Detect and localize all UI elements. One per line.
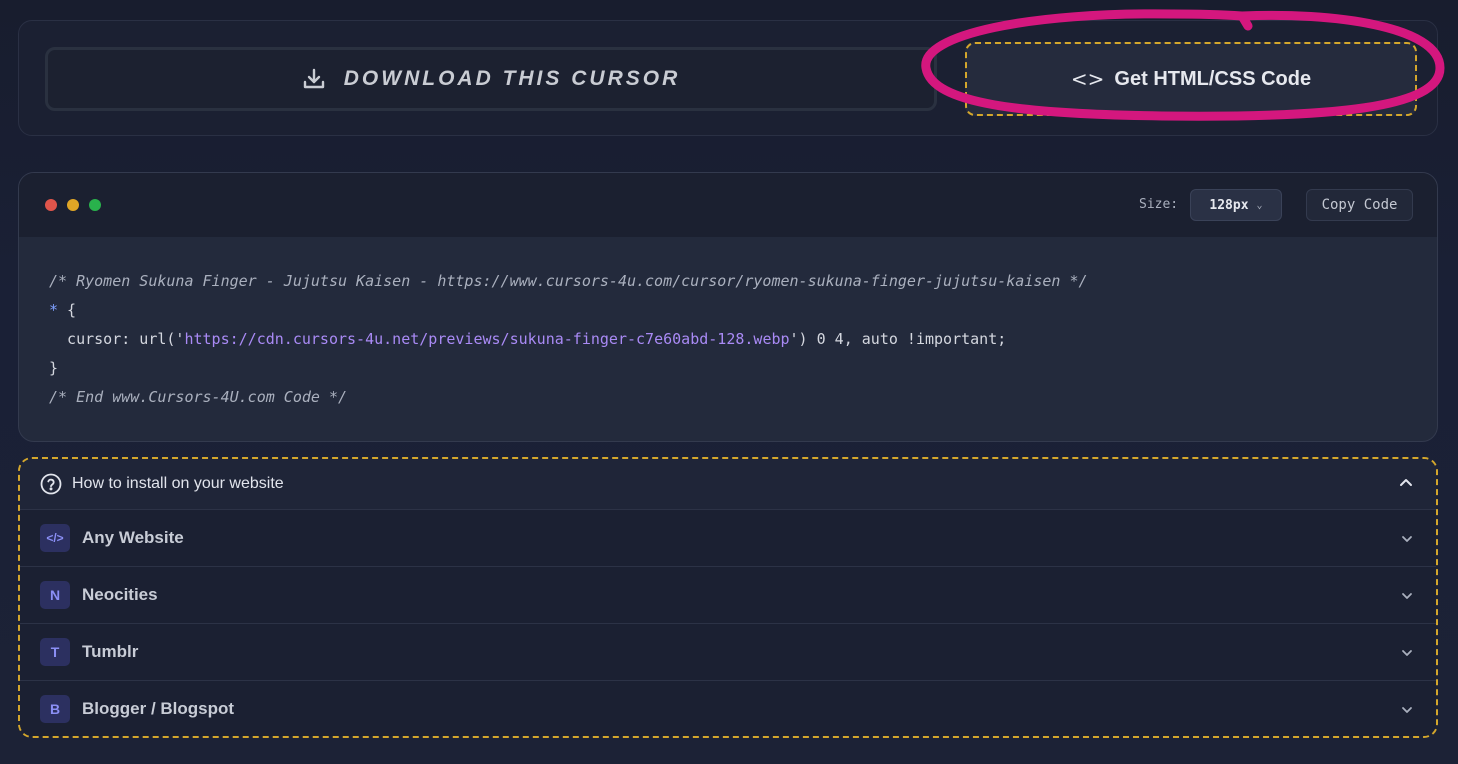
window-minimize-dot bbox=[67, 199, 79, 211]
chevron-down-icon bbox=[1402, 650, 1412, 656]
chevron-down-icon bbox=[1402, 707, 1412, 713]
window-close-dot bbox=[45, 199, 57, 211]
chevron-down-icon bbox=[1402, 593, 1412, 599]
neocities-badge-icon: N bbox=[40, 581, 70, 609]
size-select-value: 128px bbox=[1209, 197, 1249, 213]
question-circle-icon bbox=[40, 473, 62, 495]
install-item-neocities[interactable]: N Neocities bbox=[20, 566, 1436, 623]
size-label: Size: bbox=[1139, 197, 1179, 212]
install-item-blogger[interactable]: B Blogger / Blogspot bbox=[20, 680, 1436, 736]
install-item-label: Tumblr bbox=[82, 642, 139, 661]
install-item-label: Blogger / Blogspot bbox=[82, 699, 235, 718]
install-item-label: Neocities bbox=[82, 585, 158, 604]
install-guide-title: How to install on your website bbox=[72, 475, 284, 492]
code-cursor-url: https://cdn.cursors-4u.net/previews/suku… bbox=[184, 330, 790, 348]
code-cursor-value-end: ') 0 4, auto !important; bbox=[789, 330, 1007, 348]
code-cursor-line: cursor: url('https://cdn.cursors-4u.net/… bbox=[49, 325, 1407, 354]
install-guide-accordion: How to install on your website </> Any W… bbox=[18, 457, 1438, 738]
download-cursor-label: DOWNLOAD THIS CURSOR bbox=[343, 67, 681, 90]
get-html-css-code-label: Get HTML/CSS Code bbox=[1114, 67, 1312, 90]
get-html-css-code-button[interactable]: <> Get HTML/CSS Code bbox=[965, 42, 1417, 116]
chevron-down-icon: ⌄ bbox=[1256, 199, 1263, 211]
action-bar: DOWNLOAD THIS CURSOR <> Get HTML/CSS Cod… bbox=[18, 20, 1438, 136]
code-brace-close: } bbox=[49, 359, 59, 377]
install-item-tumblr[interactable]: T Tumblr bbox=[20, 623, 1436, 680]
code-window-header: Size: 128px ⌄ Copy Code bbox=[19, 173, 1437, 237]
copy-code-button[interactable]: Copy Code bbox=[1306, 189, 1413, 221]
code-snippet[interactable]: /* Ryomen Sukuna Finger - Jujutsu Kaisen… bbox=[19, 237, 1437, 412]
code-brace-open: { bbox=[58, 301, 77, 319]
code-selector-line: * { bbox=[49, 296, 1407, 325]
size-select[interactable]: 128px ⌄ bbox=[1190, 189, 1282, 221]
download-icon bbox=[302, 67, 326, 91]
code-window: Size: 128px ⌄ Copy Code /* Ryomen Sukuna… bbox=[18, 172, 1438, 442]
code-brackets-icon: <> bbox=[1070, 67, 1105, 91]
window-maximize-dot bbox=[89, 199, 101, 211]
code-comment-footer: /* End www.Cursors-4U.com Code */ bbox=[49, 388, 348, 406]
code-tag-icon: </> bbox=[40, 524, 70, 552]
install-guide-header[interactable]: How to install on your website bbox=[20, 459, 1436, 509]
download-cursor-button[interactable]: DOWNLOAD THIS CURSOR bbox=[45, 47, 937, 111]
code-comment-header: /* Ryomen Sukuna Finger - Jujutsu Kaisen… bbox=[49, 272, 1088, 290]
install-item-any-website[interactable]: </> Any Website bbox=[20, 509, 1436, 566]
blogger-badge-icon: B bbox=[40, 695, 70, 723]
chevron-down-icon bbox=[1402, 536, 1412, 542]
tumblr-badge-icon: T bbox=[40, 638, 70, 666]
chevron-up-icon bbox=[1400, 479, 1412, 486]
code-selector: * bbox=[49, 301, 59, 319]
install-item-label: Any Website bbox=[82, 528, 184, 547]
code-cursor-property: cursor: url(' bbox=[49, 330, 185, 348]
